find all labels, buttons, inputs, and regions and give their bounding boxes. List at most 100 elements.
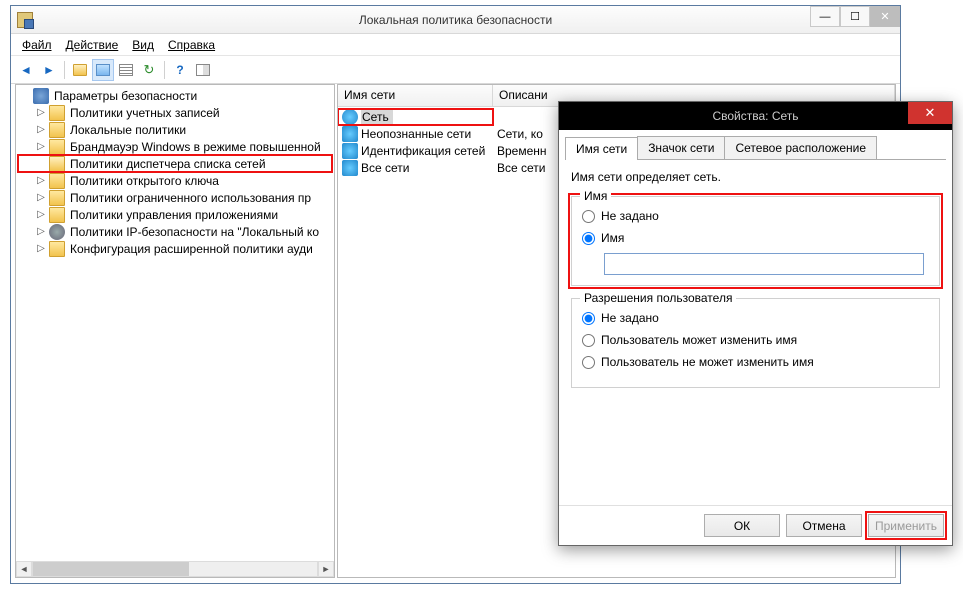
properties-dialog: Свойства: Сеть ✕ Имя сети Значок сети Се… [558,101,953,546]
radio-perm-can-change[interactable]: Пользователь может изменить имя [582,333,929,347]
expander-icon[interactable]: ▷ [36,226,46,237]
folder-icon [49,190,65,206]
radio-perm-cannot-change[interactable]: Пользователь не может изменить имя [582,355,929,369]
scroll-thumb[interactable] [33,562,189,576]
group-permissions-legend: Разрешения пользователя [580,291,736,305]
tree-item-software-restriction[interactable]: ▷ Политики ограниченного использования п… [18,189,332,206]
menu-help[interactable]: Справка [161,36,222,54]
expander-icon[interactable]: ▷ [36,141,46,152]
tree: Параметры безопасности ▷ Политики учетны… [16,85,334,259]
tabstrip: Имя сети Значок сети Сетевое расположени… [565,136,946,160]
dialog-close-button[interactable]: ✕ [908,102,952,124]
expander-icon[interactable]: ▷ [36,192,46,203]
up-button[interactable] [69,59,91,81]
tree-root[interactable]: Параметры безопасности [18,87,332,104]
prompt-text: Имя сети определяет сеть. [571,170,940,184]
horizontal-scrollbar[interactable]: ◄ ► [16,561,334,577]
close-button[interactable]: ✕ [870,6,900,27]
expander-icon[interactable]: ▷ [36,124,46,135]
help-button[interactable]: ? [169,59,191,81]
radio-name-notset-input[interactable] [582,210,595,223]
expander-icon[interactable]: ▷ [36,243,46,254]
tree-item-ip-security[interactable]: ▷ Политики IP-безопасности на "Локальный… [18,223,332,240]
menubar: Файл Действие Вид Справка [11,34,900,56]
grid-icon [196,64,210,76]
menu-view[interactable]: Вид [125,36,161,54]
cog-icon [49,224,65,240]
network-group-icon [342,126,358,142]
show-tree-button[interactable] [92,59,114,81]
ok-button[interactable]: ОК [704,514,780,537]
expander-icon[interactable]: ▷ [36,175,46,186]
network-group-icon [342,143,358,159]
radio-name-custom[interactable]: Имя [582,231,929,245]
toolbar-separator [64,61,65,79]
tree-item-local-policies[interactable]: ▷ Локальные политики [18,121,332,138]
folder-icon [49,173,65,189]
tree-item-account-policies[interactable]: ▷ Политики учетных записей [18,104,332,121]
tab-network-location[interactable]: Сетевое расположение [724,136,877,159]
folder-up-icon [73,64,87,76]
dialog-title: Свойства: Сеть [712,109,798,123]
folder-icon [49,241,65,257]
network-name-input[interactable] [604,253,924,275]
radio-perm-can-change-input[interactable] [582,334,595,347]
column-network-name[interactable]: Имя сети [338,85,493,106]
back-button[interactable] [15,59,37,81]
expander-icon[interactable]: ▷ [36,209,46,220]
window-title: Локальная политика безопасности [359,13,552,27]
forward-button[interactable] [38,59,60,81]
menu-file[interactable]: Файл [15,36,59,54]
folder-open-icon [49,156,65,172]
maximize-button[interactable]: ☐ [840,6,870,27]
minimize-button[interactable]: — [810,6,840,27]
network-icon [342,109,358,125]
tree-pane: Параметры безопасности ▷ Политики учетны… [15,84,335,578]
app-icon [17,12,33,28]
dialog-buttons: ОК Отмена Применить [559,505,952,545]
network-group-icon [342,160,358,176]
expander-icon[interactable]: ▷ [36,107,46,118]
group-permissions: Разрешения пользователя Не задано Пользо… [571,298,940,388]
scroll-track[interactable] [32,561,318,577]
radio-perm-cannot-change-input[interactable] [582,356,595,369]
radio-perm-notset-input[interactable] [582,312,595,325]
shield-icon [33,88,49,104]
tree-item-app-control[interactable]: ▷ Политики управления приложениями [18,206,332,223]
toolbar-separator [164,61,165,79]
window-controls: — ☐ ✕ [810,6,900,27]
radio-perm-notset[interactable]: Не задано [582,311,929,325]
folder-icon [49,105,65,121]
tree-item-network-list[interactable]: Политики диспетчера списка сетей [18,155,332,172]
properties-button[interactable] [192,59,214,81]
arrow-left-icon [20,63,32,77]
dialog-titlebar[interactable]: Свойства: Сеть ✕ [559,102,952,130]
folder-icon [49,122,65,138]
dialog-body: Имя сети Значок сети Сетевое расположени… [559,130,952,412]
refresh-icon: ↻ [144,62,155,78]
arrow-right-icon [43,63,55,77]
group-name: Имя Не задано Имя [571,196,940,286]
tab-content: Имя сети определяет сеть. Имя Не задано … [565,160,946,406]
tree-item-firewall[interactable]: ▷ Брандмауэр Windows в режиме повышенной [18,138,332,155]
export-list-button[interactable] [115,59,137,81]
folder-icon [49,207,65,223]
tab-network-icon[interactable]: Значок сети [637,136,725,159]
tree-icon [96,64,110,76]
cancel-button[interactable]: Отмена [786,514,862,537]
folder-icon [49,139,65,155]
apply-button[interactable]: Применить [868,514,944,537]
toolbar: ↻ ? [11,56,900,84]
menu-action[interactable]: Действие [59,36,126,54]
tree-item-audit-config[interactable]: ▷ Конфигурация расширенной политики ауди [18,240,332,257]
refresh-button[interactable]: ↻ [138,59,160,81]
tree-item-public-key[interactable]: ▷ Политики открытого ключа [18,172,332,189]
scroll-left-button[interactable]: ◄ [16,561,32,577]
group-name-legend: Имя [580,189,611,203]
tab-network-name[interactable]: Имя сети [565,137,638,160]
help-icon: ? [176,63,183,77]
titlebar: Локальная политика безопасности — ☐ ✕ [11,6,900,34]
scroll-right-button[interactable]: ► [318,561,334,577]
radio-name-notset[interactable]: Не задано [582,209,929,223]
radio-name-custom-input[interactable] [582,232,595,245]
